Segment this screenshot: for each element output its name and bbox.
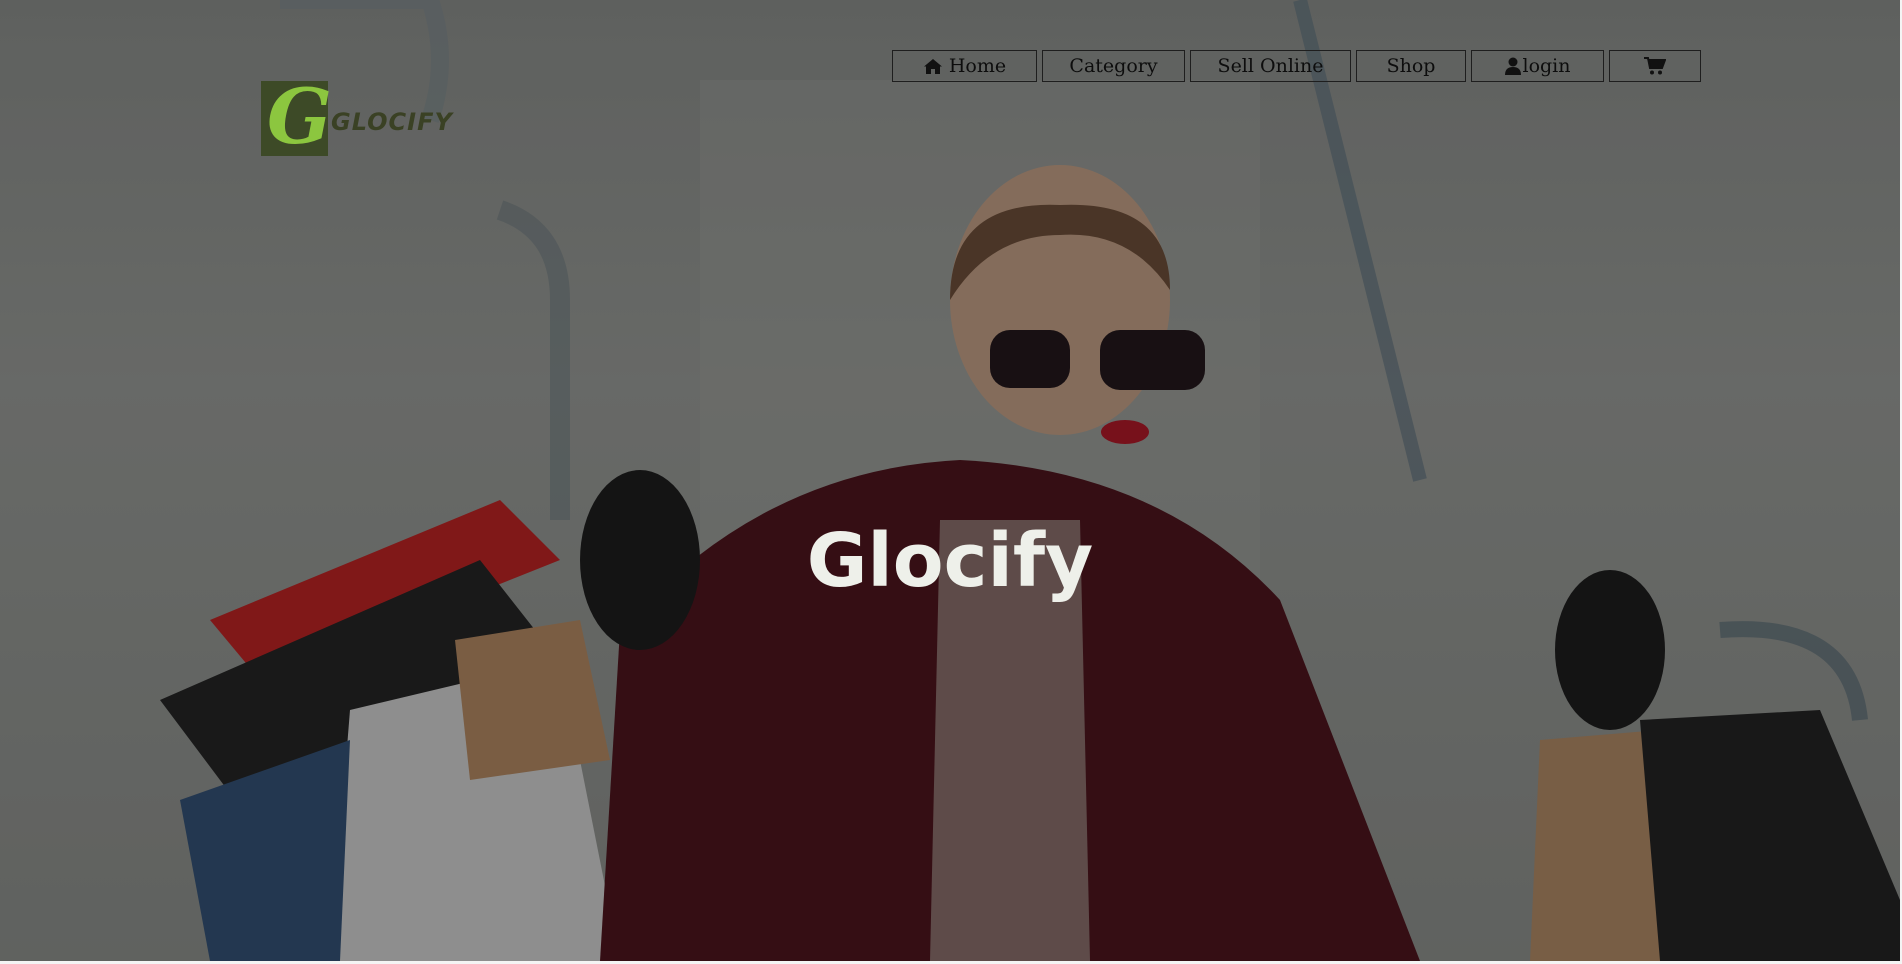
user-icon — [1504, 57, 1521, 75]
brand-logo[interactable]: G GLOCIFY — [261, 77, 453, 157]
nav-shop-button[interactable]: Shop — [1356, 50, 1466, 82]
shopping-cart-icon — [1644, 57, 1666, 75]
logo-letter: G — [267, 72, 332, 161]
hero-title: Glocify — [806, 518, 1094, 604]
nav-sell-online-label: Sell Online — [1217, 55, 1324, 77]
nav-cart-button[interactable] — [1609, 50, 1701, 82]
nav-category-label: Category — [1069, 55, 1158, 77]
logo-wordmark: GLOCIFY — [331, 108, 453, 136]
nav-login-label: login — [1522, 55, 1571, 77]
nav-login-button[interactable]: login — [1471, 50, 1604, 82]
nav-sell-online-button[interactable]: Sell Online — [1190, 50, 1351, 82]
logo-mark: G — [261, 77, 332, 157]
nav-shop-label: Shop — [1386, 55, 1436, 77]
home-icon — [923, 58, 943, 75]
nav-home-button[interactable]: Home — [892, 50, 1037, 82]
main-nav: Home Category Sell Online Shop login — [892, 50, 1701, 82]
nav-home-label: Home — [948, 55, 1007, 77]
nav-category-button[interactable]: Category — [1042, 50, 1185, 82]
